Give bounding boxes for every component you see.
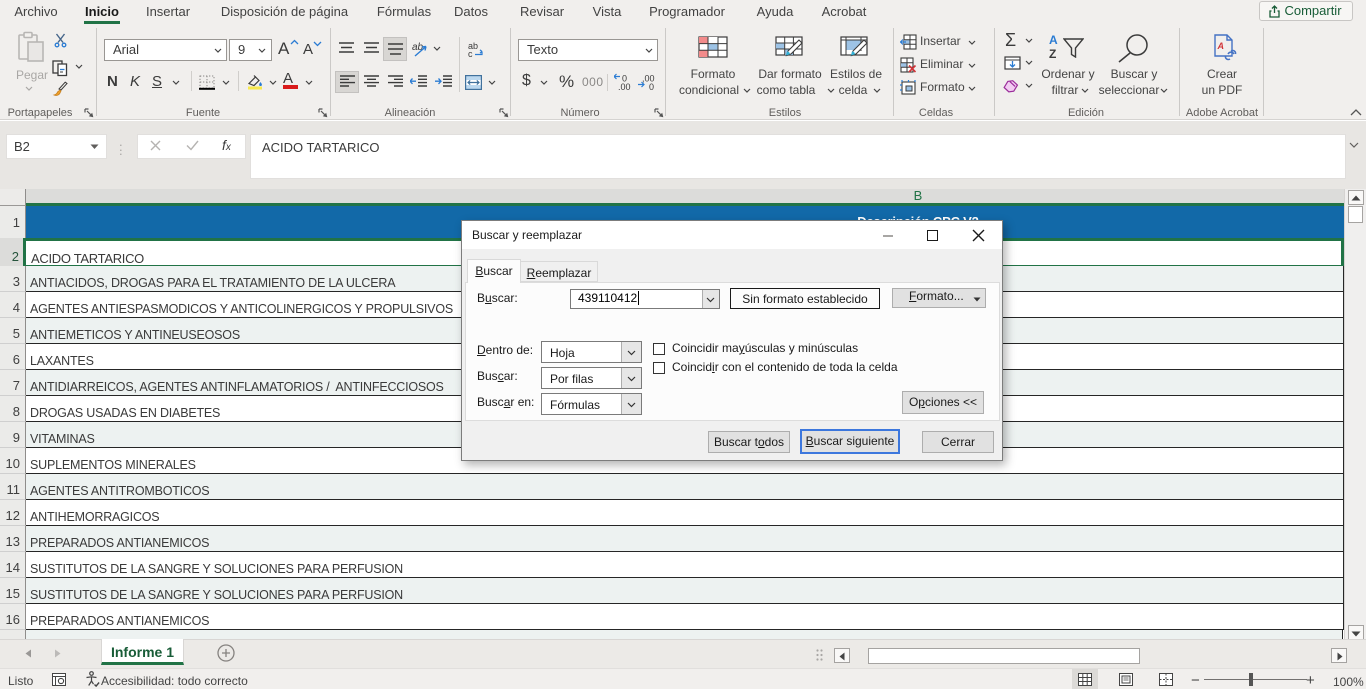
svg-text:0: 0 [649, 82, 654, 90]
svg-text:,00: ,00 [618, 82, 631, 90]
svg-text:ab: ab [412, 42, 424, 53]
svg-text:A: A [1217, 41, 1225, 51]
svg-text:c: c [468, 49, 473, 57]
